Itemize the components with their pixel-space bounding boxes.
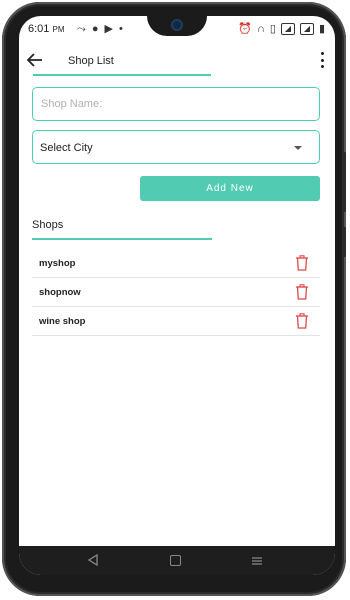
nav-home-icon[interactable] <box>170 555 181 566</box>
battery-icon: ▮ <box>318 23 325 35</box>
status-time-value: 6:01 <box>28 23 50 35</box>
power-button <box>343 227 346 257</box>
more-vertical-icon-dot <box>320 58 324 62</box>
headphones-icon: ∩ <box>256 23 265 35</box>
list-item: shopnow <box>32 278 320 307</box>
city-select-value: Select City <box>40 142 93 154</box>
status-bar: 6:01 PM ⤳ ● ▶ • ⏰ ∩ ▯ ◢ ◢ ▮ <box>19 16 335 44</box>
shop-list: myshop shopnow wine shop <box>32 249 320 336</box>
arrow-left-icon <box>26 53 42 67</box>
app-bar: Shop List <box>19 44 335 78</box>
alarm-icon: ⏰ <box>238 23 252 35</box>
delete-button[interactable] <box>295 313 309 329</box>
more-vertical-icon-dot <box>320 65 324 68</box>
signal-2-icon: ◢ <box>299 23 314 35</box>
status-left-icons: ⤳ ● ▶ • <box>77 22 123 36</box>
back-button[interactable] <box>25 50 45 70</box>
list-item: myshop <box>32 249 320 278</box>
more-notifications-icon: • <box>118 23 123 35</box>
phone-frame: 6:01 PM ⤳ ● ▶ • ⏰ ∩ ▯ ◢ ◢ ▮ Shop List Sh… <box>2 2 346 596</box>
navigation-bar <box>19 546 335 575</box>
shop-name: wine shop <box>39 316 86 327</box>
trash-icon <box>296 284 308 300</box>
delete-button[interactable] <box>295 284 309 300</box>
page-title: Shop List <box>68 55 114 67</box>
front-camera <box>171 19 183 31</box>
list-item: wine shop <box>32 307 320 336</box>
city-select[interactable]: Select City <box>32 130 320 164</box>
delete-button[interactable] <box>295 255 309 271</box>
trash-icon <box>296 313 308 329</box>
caret-down-icon <box>294 146 302 150</box>
youtube-icon: ▶ <box>104 23 113 35</box>
overflow-menu-button[interactable] <box>319 52 325 68</box>
screen: 6:01 PM ⤳ ● ▶ • ⏰ ∩ ▯ ◢ ◢ ▮ Shop List Sh… <box>19 16 335 575</box>
shop-name-input[interactable] <box>32 87 320 121</box>
nav-back-icon[interactable] <box>87 554 99 566</box>
more-vertical-icon <box>320 52 324 55</box>
nav-recents-icon[interactable] <box>251 555 263 567</box>
shop-name: myshop <box>39 258 76 269</box>
shops-section-title: Shops <box>32 219 64 231</box>
status-right-icons: ⏰ ∩ ▯ ◢ ◢ ▮ <box>238 22 325 36</box>
shop-name: shopnow <box>39 287 81 298</box>
add-new-button[interactable]: Add New <box>140 176 320 201</box>
app-notification-icon: ● <box>91 23 99 35</box>
section-underline <box>32 238 212 240</box>
signal-1-icon: ◢ <box>280 23 295 35</box>
vibrate-icon: ▯ <box>269 23 276 35</box>
status-time-suffix: PM <box>52 25 65 34</box>
trash-icon <box>296 255 308 271</box>
volume-button <box>343 152 346 212</box>
title-underline <box>33 74 211 76</box>
status-time: 6:01 PM <box>28 23 64 35</box>
missed-call-icon: ⤳ <box>77 23 86 35</box>
